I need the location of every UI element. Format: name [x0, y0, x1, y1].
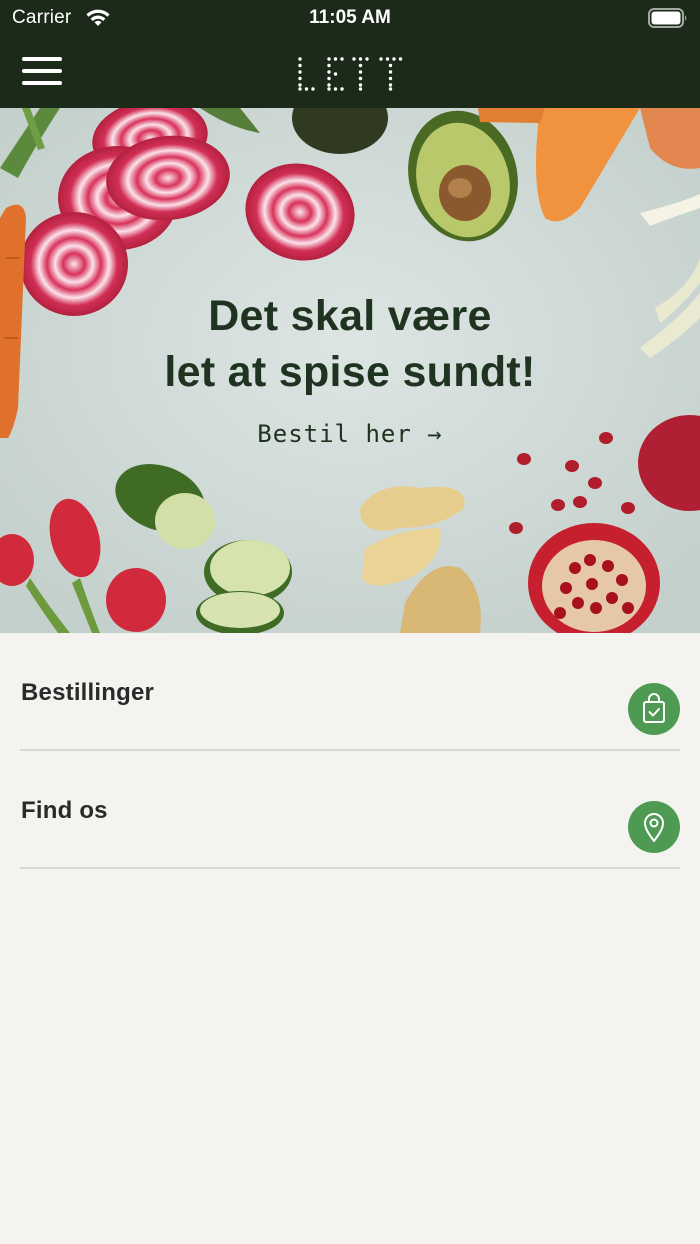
lett-logo: [298, 57, 403, 91]
shopping-bag-check-icon: [628, 683, 680, 735]
menu-list: Bestillinger Find os: [20, 633, 680, 869]
battery-icon: [648, 8, 687, 28]
list-item-label: Find os: [21, 797, 108, 824]
hamburger-menu-icon[interactable]: [22, 57, 62, 87]
list-item-label: Bestillinger: [21, 679, 155, 706]
hero-headline: Det skal være let at spise sundt!: [0, 288, 700, 400]
list-item-find-os[interactable]: Find os: [20, 751, 680, 869]
hero-headline-line1: Det skal være: [208, 292, 492, 340]
app-header: Carrier 11:05 AM: [0, 0, 700, 108]
hero-headline-line2: let at spise sundt!: [164, 348, 536, 396]
nav-bar: [0, 38, 700, 108]
location-pin-icon: [628, 801, 680, 853]
order-here-link[interactable]: Bestil her →: [0, 420, 700, 448]
hero-banner[interactable]: Det skal være let at spise sundt! Bestil…: [0, 108, 700, 633]
status-time: 11:05 AM: [309, 7, 391, 28]
status-bar: Carrier 11:05 AM: [0, 0, 700, 38]
list-item-bestillinger[interactable]: Bestillinger: [20, 633, 680, 751]
